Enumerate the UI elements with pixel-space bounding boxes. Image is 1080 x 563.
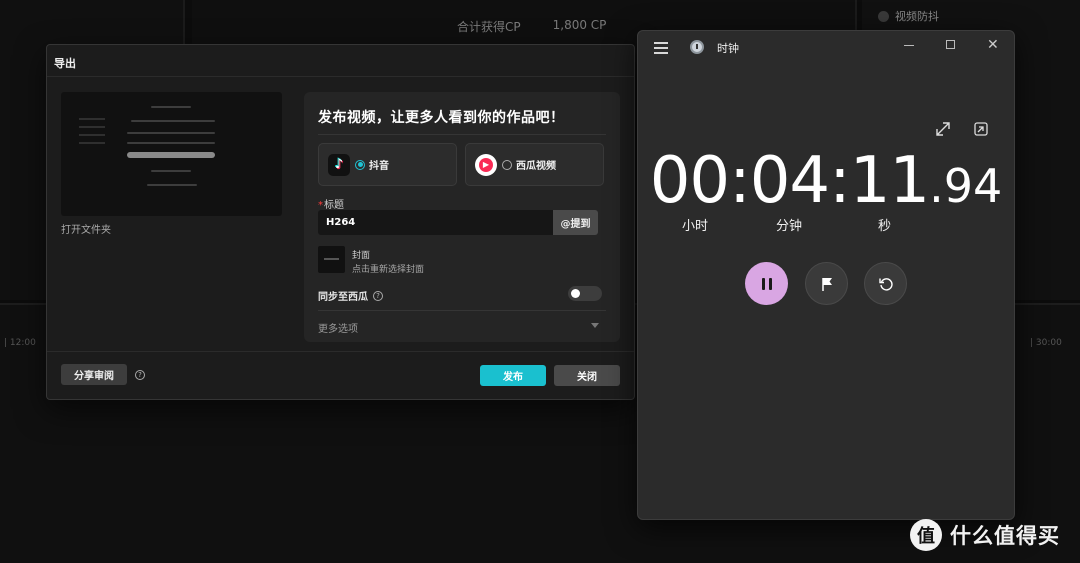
- cover-hint[interactable]: 点击重新选择封面: [352, 262, 424, 275]
- preview-line: [79, 142, 105, 144]
- douyin-logo-icon: ♪: [328, 153, 350, 176]
- timeline-tick-left: | 12:00: [4, 338, 36, 348]
- stopwatch-time: 00 : 04 : 11 .94: [638, 144, 1014, 218]
- export-dialog: 导出 打开文件夹 发布视频，让更多人看到你的作品吧！ ♪ 抖音 ▶ 西瓜视频 *…: [46, 44, 635, 400]
- radio-selected-icon: [355, 159, 365, 170]
- preview-line: [151, 106, 191, 108]
- mention-button[interactable]: @提到: [553, 210, 598, 235]
- bg-cp-summary: 合计获得CP 1,800 CP: [457, 18, 606, 35]
- preview-progress: [127, 152, 215, 158]
- dialog-title: 导出: [54, 57, 76, 70]
- title-field-label: *标题: [318, 196, 344, 211]
- maximize-icon[interactable]: [946, 40, 955, 49]
- title-input[interactable]: [318, 210, 553, 235]
- bg-anti-shake[interactable]: 视频防抖: [878, 8, 939, 24]
- preview-line: [79, 126, 105, 128]
- platform-xigua[interactable]: ▶ 西瓜视频: [465, 143, 604, 186]
- reset-icon: [878, 277, 893, 291]
- sync-xigua-toggle[interactable]: [568, 286, 602, 301]
- close-button[interactable]: 关闭: [554, 365, 620, 386]
- time-centis: .94: [929, 159, 1003, 213]
- platform-xigua-label: 西瓜视频: [516, 161, 556, 172]
- expand-icon[interactable]: [935, 121, 951, 137]
- minimize-icon[interactable]: [904, 45, 914, 46]
- sync-xigua-label: 同步至西瓜: [318, 292, 368, 303]
- help-icon[interactable]: ?: [135, 370, 145, 380]
- preview-line: [127, 142, 215, 144]
- chevron-down-icon[interactable]: [591, 323, 599, 328]
- time-separator: :: [729, 144, 751, 218]
- platform-douyin-label: 抖音: [369, 161, 389, 172]
- close-icon[interactable]: ✕: [987, 38, 999, 52]
- menu-icon[interactable]: [654, 42, 668, 57]
- preview-line: [79, 118, 105, 120]
- more-options[interactable]: 更多选项: [318, 320, 358, 335]
- time-hours: 00: [649, 144, 730, 218]
- reset-button[interactable]: [864, 262, 907, 305]
- unit-hours: 小时: [682, 219, 709, 234]
- divider: [47, 351, 634, 352]
- share-review-button[interactable]: 分享审阅: [61, 364, 127, 385]
- radio-unselected-icon: [502, 159, 512, 170]
- divider: [318, 310, 606, 311]
- bg-anti-shake-label: 视频防抖: [895, 10, 939, 23]
- divider: [47, 76, 634, 77]
- platform-douyin[interactable]: ♪ 抖音: [318, 143, 457, 186]
- watermark: 值 什么值得买: [910, 519, 1060, 551]
- publish-headline: 发布视频，让更多人看到你的作品吧！: [318, 110, 565, 126]
- time-seconds: 11: [849, 144, 930, 218]
- lap-button[interactable]: [805, 262, 848, 305]
- timeline-tick-right: | 30:00: [1030, 338, 1062, 348]
- bg-cp-value: 1,800 CP: [552, 18, 607, 32]
- cover-thumbnail[interactable]: [318, 246, 345, 273]
- time-separator: :: [829, 144, 851, 218]
- watermark-logo: 值: [910, 519, 942, 551]
- app-title: 时钟: [717, 42, 739, 55]
- compact-overlay-icon[interactable]: [973, 121, 989, 137]
- unit-seconds: 秒: [878, 219, 892, 234]
- time-minutes: 04: [749, 144, 830, 218]
- xigua-logo-icon: ▶: [475, 153, 497, 176]
- sync-xigua-row: 同步至西瓜 ?: [318, 288, 383, 303]
- unit-minutes: 分钟: [776, 219, 803, 234]
- pause-button[interactable]: [745, 262, 788, 305]
- pause-icon: [761, 277, 772, 290]
- video-preview[interactable]: [61, 92, 282, 216]
- clock-window: 时钟 ✕ 00 : 04 : 11 .94 小时 分钟 秒: [637, 30, 1015, 520]
- divider: [318, 134, 606, 135]
- help-icon[interactable]: ?: [373, 290, 383, 301]
- open-folder-link[interactable]: 打开文件夹: [61, 221, 111, 236]
- watermark-text: 什么值得买: [950, 524, 1060, 548]
- preview-line: [151, 170, 191, 172]
- publish-button[interactable]: 发布: [480, 365, 546, 386]
- publish-panel: 发布视频，让更多人看到你的作品吧！ ♪ 抖音 ▶ 西瓜视频 *标题 @提到 封面…: [304, 92, 620, 342]
- flag-icon: [821, 277, 832, 291]
- preview-line: [127, 132, 215, 134]
- clock-app-icon: [690, 40, 704, 54]
- preview-line: [131, 120, 215, 122]
- preview-line: [147, 184, 197, 186]
- cover-title: 封面: [352, 251, 371, 261]
- bg-cp-label: 合计获得CP: [457, 20, 521, 34]
- checkbox-icon: [878, 10, 889, 22]
- preview-line: [79, 134, 105, 136]
